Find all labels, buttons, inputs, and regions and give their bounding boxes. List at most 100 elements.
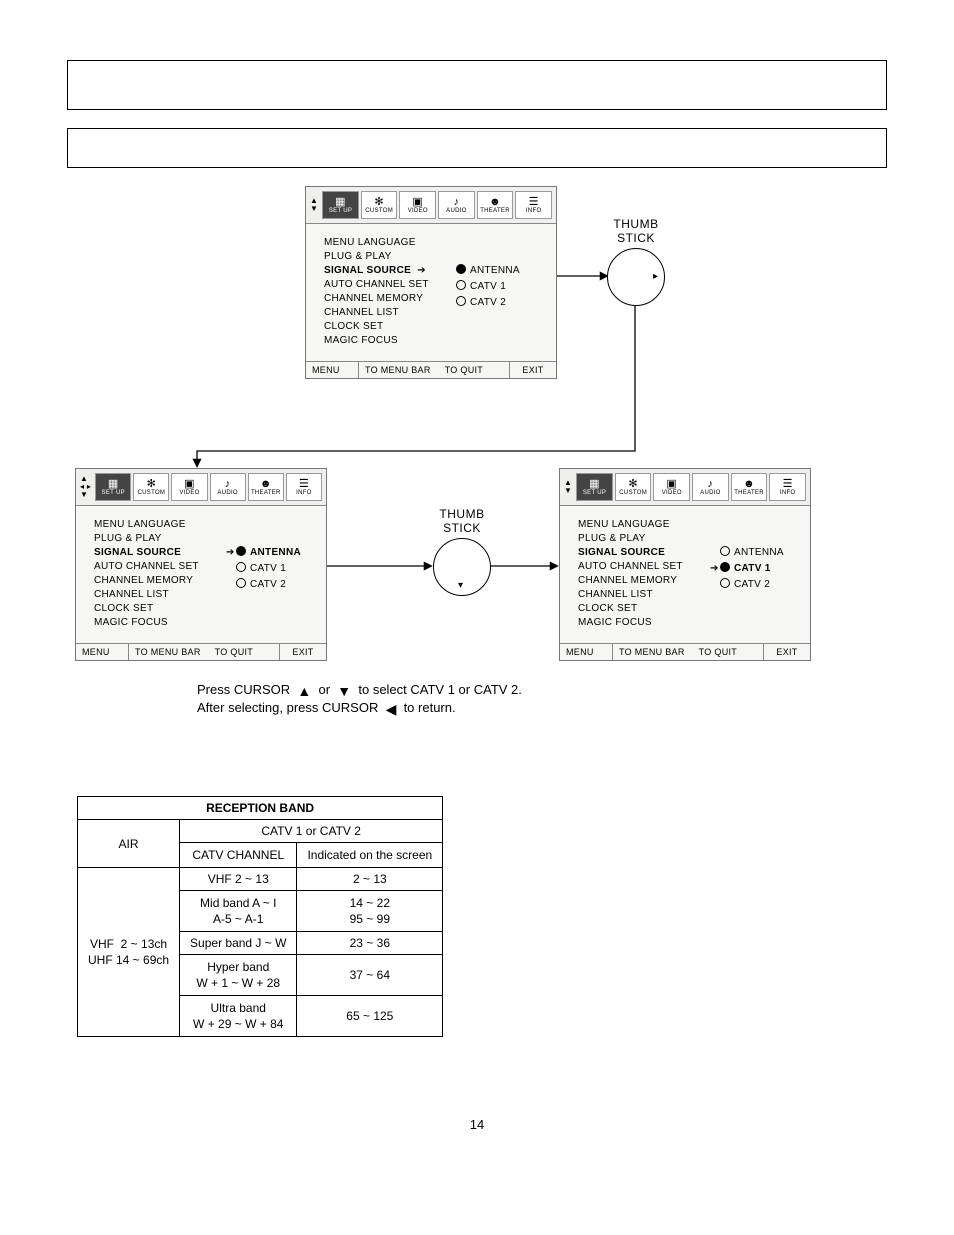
menu-item[interactable]: PLUG & PLAY (94, 533, 214, 544)
osd-tabbar: ▲▼ ▦SET UP ✻CUSTOM ▣VIDEO ♪AUDIO ☻THEATE… (560, 469, 810, 506)
option-catv2[interactable]: CATV 2 (226, 577, 314, 590)
tab-info[interactable]: ☰INFO (515, 191, 552, 219)
menu-item[interactable]: PLUG & PLAY (578, 533, 698, 544)
pointer-right-icon: ➔ (226, 547, 236, 558)
tab-theater[interactable]: ☻THEATER (248, 473, 284, 501)
header-rule-1 (67, 60, 887, 110)
radio-icon (720, 578, 730, 588)
footer-tobar: TO MENU BAR (365, 365, 431, 375)
radio-selected-icon (236, 546, 246, 556)
option-catv1[interactable]: CATV 1 (456, 279, 544, 292)
tab-setup[interactable]: ▦SET UP (576, 473, 613, 501)
tab-video[interactable]: ▣VIDEO (399, 191, 436, 219)
tab-theater[interactable]: ☻THEATER (477, 191, 514, 219)
footer-exit: EXIT (279, 644, 326, 660)
table-cell: 2 ~ 13 (297, 868, 443, 891)
pointer-right-icon: ➔ (710, 563, 720, 574)
menu-item[interactable]: CHANNEL LIST (578, 589, 698, 600)
menu-item[interactable]: MENU LANGUAGE (578, 519, 698, 530)
table-cell: Super band J ~ W (180, 932, 297, 955)
table-cell: 23 ~ 36 (297, 932, 443, 955)
cursor-left-icon: ◀ (386, 702, 397, 716)
reception-band-table: RECEPTION BAND AIR CATV 1 or CATV 2 CATV… (77, 796, 443, 1037)
radio-icon (456, 296, 466, 306)
osd-footer: MENU TO MENU BAR TO QUIT EXIT (306, 361, 556, 378)
option-antenna[interactable]: ANTENNA (456, 263, 544, 276)
catv-channel-header: CATV CHANNEL (180, 843, 297, 868)
footer-quit: TO QUIT (215, 647, 253, 657)
menu-item[interactable]: CHANNEL MEMORY (578, 575, 698, 586)
tab-video[interactable]: ▣VIDEO (171, 473, 207, 501)
option-antenna[interactable]: ANTENNA (710, 545, 798, 558)
menu-item[interactable]: CHANNEL LIST (94, 589, 214, 600)
table-cell: VHF 2 ~ 13 (180, 868, 297, 891)
tab-audio[interactable]: ♪AUDIO (210, 473, 246, 501)
thumbstick-label: THUMB STICK (600, 217, 672, 245)
option-catv2[interactable]: CATV 2 (456, 295, 544, 308)
cursor-right-icon: ▸ (653, 271, 658, 282)
thumbstick-down[interactable]: THUMB STICK ▾ (433, 538, 491, 596)
footer-tobar: TO MENU BAR (619, 647, 685, 657)
menu-item[interactable]: CLOCK SET (578, 603, 698, 614)
table-cell: 37 ~ 64 (297, 955, 443, 996)
osd-tabbar: ▲◂ ▸▼ ▦SET UP ✻CUSTOM ▣VIDEO ♪AUDIO ☻THE… (76, 469, 326, 506)
menu-item[interactable]: AUTO CHANNEL SET (578, 561, 698, 572)
tab-video[interactable]: ▣VIDEO (653, 473, 690, 501)
menu-item[interactable]: SIGNAL SOURCE ➔ (324, 265, 444, 276)
osd-screen-1: ▲▼ ▦SET UP ✻CUSTOM ▣VIDEO ♪AUDIO ☻THEATE… (305, 186, 557, 379)
air-rows: VHF 2 ~ 13ch UHF 14 ~ 69ch (78, 868, 180, 1037)
tab-custom[interactable]: ✻CUSTOM (615, 473, 652, 501)
osd-menu-items: MENU LANGUAGE PLUG & PLAY SIGNAL SOURCE … (324, 234, 444, 349)
radio-icon (236, 562, 246, 572)
menu-item[interactable]: SIGNAL SOURCE (578, 547, 698, 558)
pointer-right-icon: ➔ (417, 265, 426, 276)
header-rule-2 (67, 128, 887, 168)
menu-item[interactable]: MAGIC FOCUS (578, 617, 698, 628)
footer-tobar: TO MENU BAR (135, 647, 201, 657)
tab-setup[interactable]: ▦SET UP (322, 191, 359, 219)
tab-setup[interactable]: ▦SET UP (95, 473, 131, 501)
menu-item[interactable]: SIGNAL SOURCE (94, 547, 214, 558)
menu-item[interactable]: MAGIC FOCUS (324, 335, 444, 346)
menu-item[interactable]: AUTO CHANNEL SET (324, 279, 444, 290)
tab-info[interactable]: ☰INFO (286, 473, 322, 501)
menu-item[interactable]: PLUG & PLAY (324, 251, 444, 262)
menu-item[interactable]: CHANNEL MEMORY (94, 575, 214, 586)
menu-item[interactable]: CHANNEL MEMORY (324, 293, 444, 304)
footer-exit: EXIT (509, 362, 556, 378)
menu-item[interactable]: MENU LANGUAGE (94, 519, 214, 530)
footer-menu: MENU (306, 362, 359, 378)
tab-theater[interactable]: ☻THEATER (731, 473, 768, 501)
tab-custom[interactable]: ✻CUSTOM (361, 191, 398, 219)
menu-item[interactable]: AUTO CHANNEL SET (94, 561, 214, 572)
tab-custom[interactable]: ✻CUSTOM (133, 473, 169, 501)
cursor-up-icon: ▲ (297, 684, 311, 698)
osd-option-list: ANTENNA CATV 1 CATV 2 (456, 234, 544, 349)
radio-selected-icon (720, 562, 730, 572)
tabbar-scroll-arrows: ▲▼ (564, 479, 572, 495)
table-cell: Ultra band W + 29 ~ W + 84 (180, 996, 297, 1037)
page-number: 14 (67, 1117, 887, 1132)
footer-quit: TO QUIT (445, 365, 483, 375)
thumbstick-right[interactable]: THUMB STICK ▸ (607, 248, 665, 306)
menu-item[interactable]: MAGIC FOCUS (94, 617, 214, 628)
menu-item[interactable]: CLOCK SET (94, 603, 214, 614)
option-catv2[interactable]: CATV 2 (710, 577, 798, 590)
option-antenna[interactable]: ➔ANTENNA (226, 545, 314, 558)
tab-info[interactable]: ☰INFO (769, 473, 806, 501)
menu-item[interactable]: MENU LANGUAGE (324, 237, 444, 248)
option-catv1[interactable]: CATV 1 (226, 561, 314, 574)
radio-selected-icon (456, 264, 466, 274)
tab-audio[interactable]: ♪AUDIO (692, 473, 729, 501)
radio-icon (456, 280, 466, 290)
menu-item[interactable]: CHANNEL LIST (324, 307, 444, 318)
instruction-text: Press CURSOR ▲ or ▼ to select CATV 1 or … (197, 681, 522, 717)
menu-item[interactable]: CLOCK SET (324, 321, 444, 332)
footer-menu: MENU (560, 644, 613, 660)
option-catv1[interactable]: ➔CATV 1 (710, 561, 798, 574)
osd-tabbar: ▲▼ ▦SET UP ✻CUSTOM ▣VIDEO ♪AUDIO ☻THEATE… (306, 187, 556, 224)
thumbstick-label: THUMB STICK (426, 507, 498, 535)
osd-screen-2: ▲◂ ▸▼ ▦SET UP ✻CUSTOM ▣VIDEO ♪AUDIO ☻THE… (75, 468, 327, 661)
table-cell: 14 ~ 22 95 ~ 99 (297, 891, 443, 932)
tab-audio[interactable]: ♪AUDIO (438, 191, 475, 219)
